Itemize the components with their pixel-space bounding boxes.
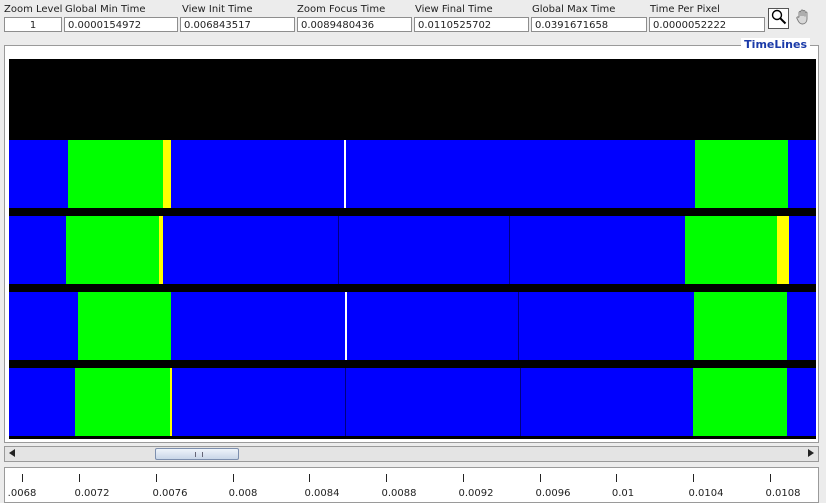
zoom-focus-time-field[interactable]: 0.0089480436 (297, 17, 412, 32)
timeline-row-1[interactable] (9, 140, 816, 208)
state-green (693, 368, 787, 436)
ruler-tick (233, 474, 234, 482)
state-divider (345, 368, 346, 436)
scroll-left-button[interactable] (5, 447, 19, 461)
ruler-label: 0.0076 (152, 488, 188, 499)
state-yellow (159, 216, 163, 284)
state-yellow (777, 216, 789, 284)
ruler-label: 0.01 (611, 488, 635, 499)
ruler-label: 0.0104 (688, 488, 724, 499)
time-per-pixel-field[interactable]: 0.0000052222 (649, 17, 765, 32)
ruler-label: 0.008 (228, 488, 258, 499)
ruler-tick (156, 474, 157, 482)
ruler-tick (540, 474, 541, 482)
state-green (685, 216, 777, 284)
state-divider (338, 216, 339, 284)
ruler-tick (386, 474, 387, 482)
ruler-tick (309, 474, 310, 482)
time-ruler: .0068 0.0072 0.0076 0.008 0.0084 0.0088 … (4, 467, 819, 503)
state-divider (518, 292, 519, 360)
state-green (78, 292, 171, 360)
state-green (695, 140, 788, 208)
zoom-level-field[interactable]: 1 (4, 17, 62, 32)
ruler-label: 0.0108 (765, 488, 801, 499)
ruler-label: 0.0088 (381, 488, 417, 499)
zoom-focus-time-label: Zoom Focus Time (297, 4, 386, 15)
timeline-row-3[interactable] (9, 292, 816, 360)
view-init-time-label: View Init Time (182, 4, 253, 15)
timeline-row-4[interactable] (9, 368, 816, 436)
state-marker (344, 140, 346, 208)
global-max-time-field[interactable]: 0.0391671658 (531, 17, 647, 32)
state-green (66, 216, 159, 284)
grip-icon (195, 452, 203, 457)
arrow-right-icon (808, 448, 814, 460)
view-init-time-field[interactable]: 0.006843517 (180, 17, 295, 32)
global-min-time-label: Global Min Time (65, 4, 146, 15)
global-max-time-label: Global Max Time (532, 4, 616, 15)
zoom-level-label: Zoom Level (4, 4, 63, 15)
ruler-tick (463, 474, 464, 482)
panel-title: TimeLines (741, 38, 810, 51)
magnifier-icon (771, 9, 787, 28)
ruler-tick (22, 474, 23, 482)
state-divider (509, 216, 510, 284)
state-yellow (170, 368, 172, 436)
state-marker (345, 292, 347, 360)
state-green (694, 292, 787, 360)
ruler-label: 0.0092 (458, 488, 494, 499)
ruler-tick (79, 474, 80, 482)
state-green (68, 140, 163, 208)
arrow-left-icon (9, 448, 15, 460)
zoom-tool-button[interactable] (768, 8, 789, 29)
timeline-row-2[interactable] (9, 216, 816, 284)
view-final-time-field[interactable]: 0.0110525702 (414, 17, 529, 32)
scrollbar-thumb[interactable] (155, 448, 239, 460)
scroll-right-button[interactable] (804, 447, 818, 461)
ruler-label: 0.0096 (535, 488, 571, 499)
ruler-label: .0068 (7, 488, 37, 499)
time-per-pixel-label: Time Per Pixel (650, 4, 720, 15)
global-min-time-field[interactable]: 0.0000154972 (64, 17, 178, 32)
pan-tool-button[interactable] (792, 8, 813, 29)
ruler-label: 0.0084 (304, 488, 340, 499)
ruler-tick (770, 474, 771, 482)
state-divider (520, 368, 521, 436)
ruler-tick (693, 474, 694, 482)
horizontal-scrollbar[interactable] (4, 446, 819, 462)
state-yellow (163, 140, 171, 208)
ruler-label: 0.0072 (74, 488, 110, 499)
timeline-canvas[interactable] (9, 59, 816, 439)
hand-icon (794, 8, 812, 29)
view-final-time-label: View Final Time (415, 4, 493, 15)
state-green (75, 368, 170, 436)
ruler-tick (616, 474, 617, 482)
